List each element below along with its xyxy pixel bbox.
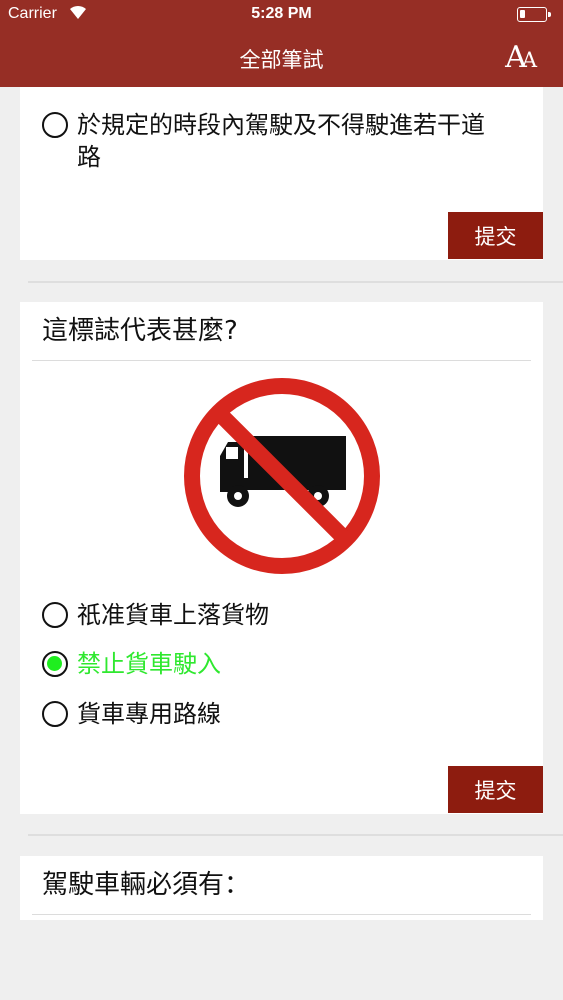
answer-label: 禁止貨車駛入 bbox=[77, 650, 221, 678]
font-size-icon-small: A bbox=[521, 48, 537, 72]
card-separator bbox=[28, 281, 563, 283]
nav-bar: 全部筆試 AA bbox=[0, 30, 563, 87]
submit-button[interactable]: 提交 bbox=[448, 212, 543, 259]
radio-button[interactable] bbox=[42, 701, 68, 727]
font-size-button[interactable]: AA bbox=[505, 40, 537, 75]
question-divider bbox=[32, 914, 531, 915]
radio-button[interactable] bbox=[42, 602, 68, 628]
submit-button[interactable]: 提交 bbox=[448, 766, 543, 813]
answer-label: 貨車專用路線 bbox=[77, 700, 221, 728]
radio-button-checked[interactable] bbox=[42, 651, 68, 677]
answer-option[interactable]: 貨車專用路線 bbox=[42, 698, 221, 730]
clock: 5:28 PM bbox=[251, 5, 312, 22]
question-list[interactable]: 於規定的時段內駕駛及不得駛進若干道路 提交 這標誌代表甚麼? 祇准貨車上落貨物 … bbox=[0, 87, 563, 1000]
question-card: 駕駛車輛必須有： bbox=[20, 856, 543, 920]
question-card: 於規定的時段內駕駛及不得駛進若干道路 提交 bbox=[20, 87, 543, 260]
answer-option-selected[interactable]: 禁止貨車駛入 bbox=[42, 648, 221, 680]
radio-button[interactable] bbox=[42, 112, 68, 138]
question-title: 駕駛車輛必須有： bbox=[42, 870, 251, 900]
question-divider bbox=[32, 360, 531, 361]
page-title: 全部筆試 bbox=[239, 48, 324, 72]
battery-icon bbox=[517, 7, 551, 22]
answer-label: 祇准貨車上落貨物 bbox=[77, 601, 269, 629]
status-bar: Carrier 5:28 PM bbox=[0, 0, 563, 30]
no-goods-vehicles-sign bbox=[184, 378, 380, 574]
question-card: 這標誌代表甚麼? 祇准貨車上落貨物 禁止貨車駛入 貨車專用路線 提交 bbox=[20, 302, 543, 814]
answer-option[interactable]: 祇准貨車上落貨物 bbox=[42, 599, 269, 631]
card-separator bbox=[28, 834, 563, 836]
answer-label: 於規定的時段內駕駛及不得駛進若干道路 bbox=[77, 111, 485, 171]
answer-option[interactable]: 於規定的時段內駕駛及不得駛進若干道路 bbox=[42, 109, 502, 173]
question-title: 這標誌代表甚麼? bbox=[42, 316, 238, 346]
